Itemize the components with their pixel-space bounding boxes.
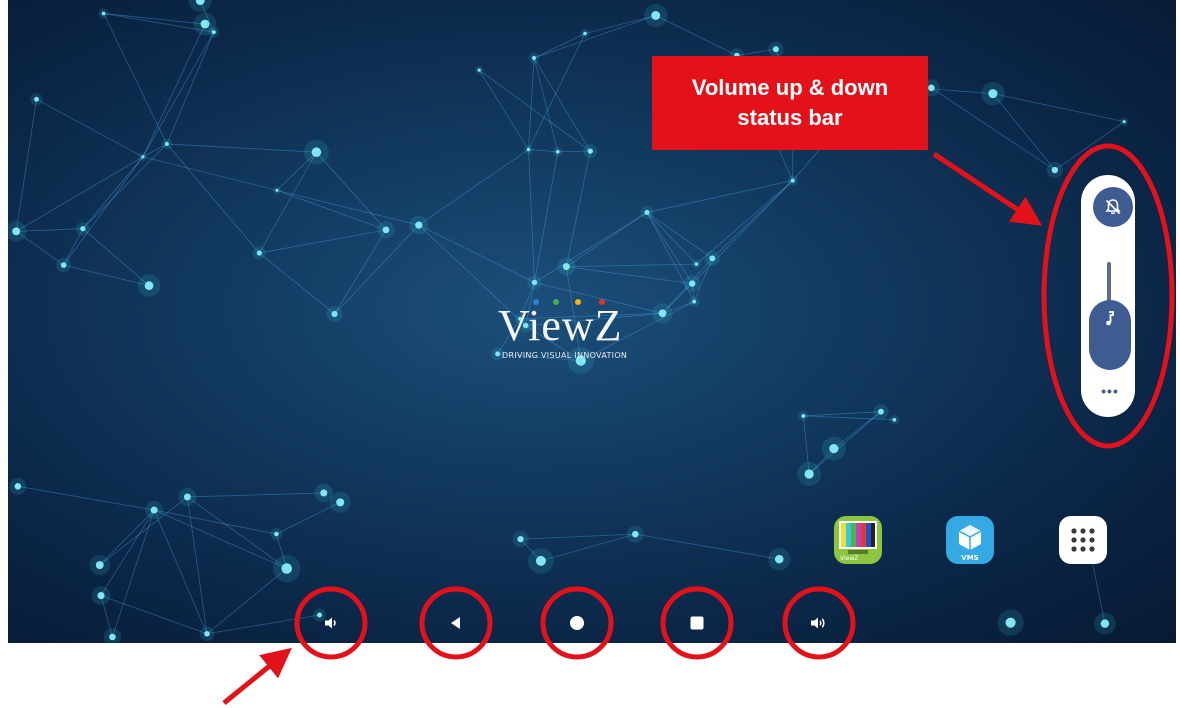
recents-square-icon bbox=[690, 616, 704, 630]
volume-up-icon bbox=[811, 617, 825, 629]
callout-line-2: status bar bbox=[737, 105, 843, 130]
home-button[interactable] bbox=[557, 603, 597, 643]
home-circle-icon bbox=[570, 616, 584, 630]
testchart-app-label: ViewZ bbox=[840, 555, 859, 562]
vms-app-icon[interactable]: VMS bbox=[946, 516, 994, 564]
back-triangle-icon bbox=[451, 617, 460, 629]
annotation-callout: Volume up & down status bar bbox=[652, 56, 928, 150]
volume-down-button[interactable] bbox=[311, 603, 351, 643]
arrow-to-volume-down bbox=[222, 647, 292, 705]
volume-more-button[interactable]: ••• bbox=[1097, 384, 1123, 400]
logo-wordmark: ViewZ bbox=[498, 301, 623, 350]
app-drawer-icon bbox=[1071, 528, 1095, 552]
volume-slider-thumb[interactable] bbox=[1089, 300, 1131, 370]
app-drawer-button[interactable] bbox=[1059, 516, 1107, 564]
recents-button[interactable] bbox=[677, 603, 717, 643]
vms-app-label: VMS bbox=[961, 554, 979, 562]
bell-off-icon bbox=[1105, 199, 1121, 215]
callout-line-1: Volume up & down bbox=[691, 75, 889, 100]
android-home-screen: ViewZ DRIVING VISUAL INNOVATION bbox=[8, 0, 1176, 643]
back-button[interactable] bbox=[436, 603, 476, 643]
music-note-icon bbox=[1106, 311, 1114, 326]
viewz-logo: ViewZ DRIVING VISUAL INNOVATION bbox=[498, 296, 698, 376]
logo-tagline: DRIVING VISUAL INNOVATION bbox=[502, 351, 628, 360]
volume-up-button[interactable] bbox=[799, 603, 839, 643]
testchart-app-icon[interactable]: ViewZ bbox=[834, 516, 882, 564]
volume-down-icon bbox=[325, 617, 336, 629]
mute-toggle-button[interactable] bbox=[1093, 187, 1133, 227]
